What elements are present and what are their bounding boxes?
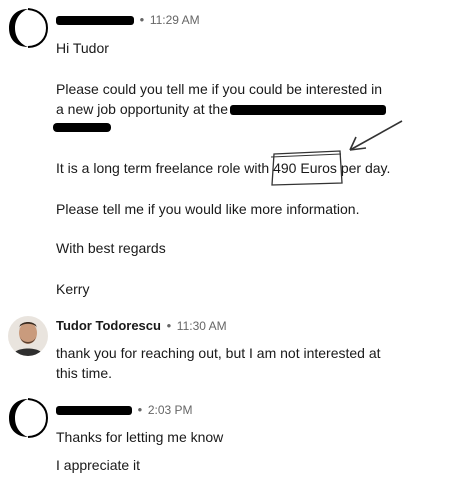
- message-text-fragment: a new job opportunity at the: [56, 101, 229, 117]
- sender-header-tudor: Tudor Todorescu • 11:30 AM: [56, 318, 227, 333]
- sender-header-kerry: • 11:29 AM: [56, 12, 200, 27]
- user-avatar-icon: [12, 322, 44, 356]
- separator-dot: •: [166, 318, 172, 333]
- message-text: Hi Tudor: [56, 40, 109, 56]
- message-text: thank you for reaching out, but I am not…: [56, 345, 381, 361]
- avatar-doodle-icon: [9, 8, 49, 48]
- timestamp: 11:29 AM: [149, 13, 200, 27]
- redacted-sender-name: [56, 406, 132, 416]
- salary-amount: 490 Euros: [273, 160, 337, 176]
- avatar-tudor[interactable]: [8, 316, 48, 356]
- message-text-fragment: per day.: [340, 160, 391, 176]
- avatar-kerry[interactable]: [6, 6, 50, 50]
- message-text: Thanks for letting me know: [56, 429, 224, 445]
- separator-dot: •: [139, 12, 145, 27]
- redacted-company-name: [230, 105, 387, 116]
- timestamp: 2:03 PM: [147, 403, 193, 417]
- avatar-doodle-icon: [9, 398, 49, 438]
- timestamp: 11:30 AM: [176, 319, 227, 333]
- message-text: a new job opportunity at the: [56, 101, 387, 117]
- message-text: Please tell me if you would like more in…: [56, 201, 360, 217]
- message-text-fragment: It is a long term freelance role with: [56, 160, 270, 176]
- sender-name[interactable]: Tudor Todorescu: [56, 318, 161, 333]
- message-text: With best regards: [56, 240, 166, 256]
- message-text: Kerry: [56, 281, 90, 297]
- redacted-sender-name: [56, 16, 134, 26]
- message-text: It is a long term freelance role with 49…: [56, 160, 390, 176]
- avatar-kerry[interactable]: [6, 396, 50, 440]
- message-text: this time.: [56, 365, 113, 381]
- message-text: I appreciate it: [56, 457, 141, 473]
- separator-dot: •: [137, 402, 143, 417]
- sender-header-kerry: • 2:03 PM: [56, 402, 193, 417]
- message-text: Please could you tell me if you could be…: [56, 81, 383, 97]
- redacted-text-scribble: [53, 123, 111, 132]
